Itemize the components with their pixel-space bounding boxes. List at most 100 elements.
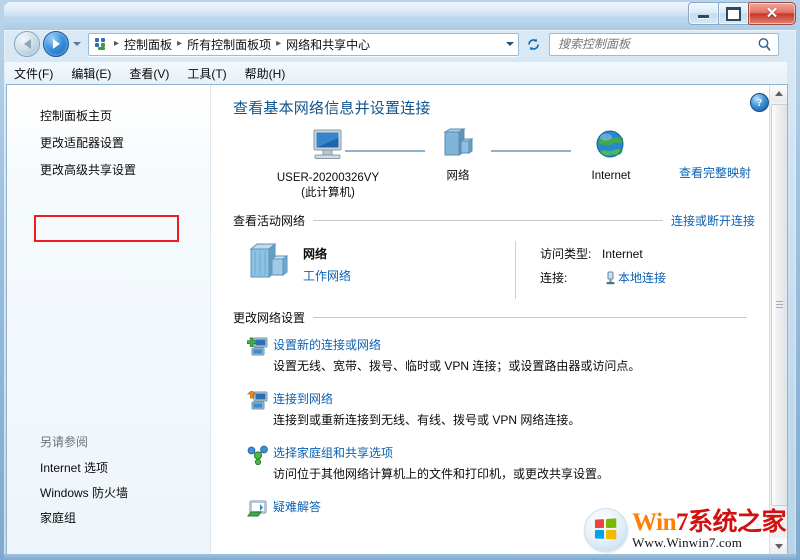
change-settings-title: 更改网络设置 — [233, 311, 306, 325]
highlight-annotation-box — [34, 215, 179, 242]
active-networks-title: 查看活动网络 — [233, 214, 306, 228]
vertical-scrollbar[interactable] — [769, 85, 787, 555]
vertical-divider — [515, 241, 516, 299]
minimize-button[interactable] — [688, 2, 719, 25]
back-button[interactable] — [14, 31, 40, 57]
scrollbar-grip-icon — [776, 301, 783, 310]
view-full-map-link[interactable]: 查看完整映射 — [679, 164, 751, 181]
homegroup-icon — [247, 444, 273, 468]
option-desc-2: 访问位于其他网络计算机上的文件和打印机，或更改共享设置。 — [273, 467, 610, 481]
active-network-type-link[interactable]: 工作网络 — [303, 267, 351, 284]
map-node-computer-sublabel: (此计算机) — [301, 187, 355, 199]
screenshot-root: ✕ ▸ 控制面板 ▸ 所有控制面板项 ▸ 网络和共享中心 搜索控制面板 文件(F… — [0, 0, 800, 560]
refresh-icon — [527, 38, 539, 50]
close-button[interactable]: ✕ — [748, 2, 796, 25]
option-connect-to-network[interactable]: 连接到网络 连接到或重新连接到无线、有线、拨号或 VPN 网络连接。 — [246, 389, 773, 428]
lan-adapter-icon — [602, 271, 618, 285]
option-desc-0: 设置无线、宽带、拨号、临时或 VPN 连接；或设置路由器或访问点。 — [273, 359, 641, 373]
map-node-computer-label: USER-20200326VY — [276, 172, 380, 184]
scroll-up-button[interactable] — [770, 85, 787, 102]
connect-disconnect-link[interactable]: 连接或断开连接 — [671, 212, 755, 229]
connection-row: 连接: 本地连接 — [540, 269, 666, 286]
computer-icon — [313, 129, 342, 159]
breadcrumb-item-1[interactable]: 所有控制面板项 — [184, 35, 274, 54]
troubleshoot-icon — [247, 498, 273, 522]
active-networks-header: 查看活动网络 连接或断开连接 — [233, 212, 755, 229]
map-node-internet-label: Internet — [591, 170, 631, 182]
connection-label: 连接: — [540, 271, 568, 285]
main-pane: ? 查看基本网络信息并设置连接 USER-20200326VY (此计算机) 网… — [211, 85, 787, 555]
option-title-3[interactable]: 疑难解答 — [273, 498, 773, 515]
address-bar: ▸ 控制面板 ▸ 所有控制面板项 ▸ 网络和共享中心 — [4, 30, 788, 58]
menu-view[interactable]: 查看(V) — [120, 63, 178, 84]
network-icon — [443, 128, 474, 156]
sidebar-item-control-panel-home[interactable]: 控制面板主页 — [7, 103, 210, 130]
forward-button[interactable] — [43, 31, 69, 57]
active-network-row: 网络 工作网络 访问类型: Internet 连接: 本地连接 — [233, 241, 773, 303]
minimize-icon — [698, 14, 709, 19]
breadcrumb-separator-2: ▸ — [276, 38, 282, 49]
breadcrumb-separator-0: ▸ — [114, 38, 120, 49]
sidebar-item-change-advanced-sharing[interactable]: 更改高级共享设置 — [7, 157, 210, 184]
window-bottom-edge — [4, 554, 796, 560]
sidebar: 控制面板主页 更改适配器设置 更改高级共享设置 另请参阅 Internet 选项… — [7, 85, 211, 555]
search-box[interactable] — [549, 32, 779, 56]
close-icon: ✕ — [765, 5, 779, 22]
menu-bar: 文件(F) 编辑(E) 查看(V) 工具(T) 帮助(H) — [5, 62, 787, 84]
chevron-up-icon — [774, 91, 783, 96]
network-building-icon — [249, 242, 289, 279]
scrollbar-thumb[interactable] — [771, 104, 787, 506]
see-also-item-internet-options[interactable]: Internet 选项 — [7, 456, 210, 481]
option-title-1[interactable]: 连接到网络 — [273, 390, 773, 407]
forward-arrow-icon — [52, 39, 60, 49]
window-controls: ✕ — [688, 2, 796, 25]
menu-file[interactable]: 文件(F) — [5, 63, 62, 84]
see-also-section: 另请参阅 Internet 选项 Windows 防火墙 家庭组 — [7, 429, 210, 531]
address-chevron-down-icon[interactable] — [502, 35, 518, 54]
connection-value-link[interactable]: 本地连接 — [618, 269, 666, 286]
search-input[interactable] — [550, 36, 755, 52]
scroll-down-button[interactable] — [770, 538, 787, 555]
see-also-title: 另请参阅 — [40, 435, 89, 449]
map-connector-2 — [491, 150, 571, 152]
see-also-item-windows-firewall[interactable]: Windows 防火墙 — [7, 481, 210, 506]
maximize-icon — [726, 6, 741, 21]
option-homegroup-sharing[interactable]: 选择家庭组和共享选项 访问位于其他网络计算机上的文件和打印机，或更改共享设置。 — [247, 444, 773, 482]
access-type-value: Internet — [602, 246, 643, 261]
map-node-network[interactable]: 网络 — [425, 128, 491, 183]
menu-tools[interactable]: 工具(T) — [178, 63, 235, 84]
map-node-internet[interactable]: Internet — [571, 128, 651, 183]
maximize-button[interactable] — [718, 2, 749, 25]
control-panel-icon — [93, 36, 109, 52]
option-title-0[interactable]: 设置新的连接或网络 — [273, 336, 773, 353]
breadcrumb-item-0[interactable]: 控制面板 — [121, 35, 175, 54]
breadcrumb-item-2[interactable]: 网络和共享中心 — [283, 35, 373, 54]
option-desc-1: 连接到或重新连接到无线、有线、拨号或 VPN 网络连接。 — [273, 413, 581, 427]
content-area: 控制面板主页 更改适配器设置 更改高级共享设置 另请参阅 Internet 选项… — [6, 84, 788, 555]
back-arrow-icon — [23, 39, 31, 49]
menu-help[interactable]: 帮助(H) — [236, 63, 295, 84]
active-network-name: 网络 — [303, 247, 328, 261]
address-input[interactable]: ▸ 控制面板 ▸ 所有控制面板项 ▸ 网络和共享中心 — [88, 32, 519, 56]
see-also-item-homegroup[interactable]: 家庭组 — [7, 506, 210, 531]
recent-pages-chevron-down-icon[interactable] — [73, 42, 81, 46]
change-settings-header: 更改网络设置 — [233, 309, 755, 326]
change-settings-list: 设置新的连接或网络 设置无线、宽带、拨号、临时或 VPN 连接；或设置路由器或访… — [233, 336, 773, 522]
section-rule-2 — [313, 317, 747, 318]
option-troubleshoot[interactable]: 疑难解答 — [247, 498, 773, 522]
option-title-2[interactable]: 选择家庭组和共享选项 — [273, 444, 773, 461]
globe-icon — [596, 130, 624, 158]
chevron-down-icon — [774, 544, 783, 549]
network-map: USER-20200326VY (此计算机) 网络 Internet 查看完整映… — [239, 128, 773, 206]
map-node-network-label: 网络 — [446, 170, 470, 182]
title-bar — [4, 2, 796, 31]
search-icon — [755, 37, 773, 52]
new-connection-icon — [246, 336, 273, 360]
refresh-button[interactable] — [522, 34, 544, 55]
menu-edit[interactable]: 编辑(E) — [62, 63, 120, 84]
page-title: 查看基本网络信息并设置连接 — [233, 100, 431, 117]
option-setup-new-connection[interactable]: 设置新的连接或网络 设置无线、宽带、拨号、临时或 VPN 连接；或设置路由器或访… — [246, 336, 773, 374]
map-node-computer[interactable]: USER-20200326VY (此计算机) — [263, 128, 393, 200]
sidebar-item-change-adapter-settings[interactable]: 更改适配器设置 — [7, 130, 210, 157]
breadcrumb-separator-1: ▸ — [177, 38, 183, 49]
